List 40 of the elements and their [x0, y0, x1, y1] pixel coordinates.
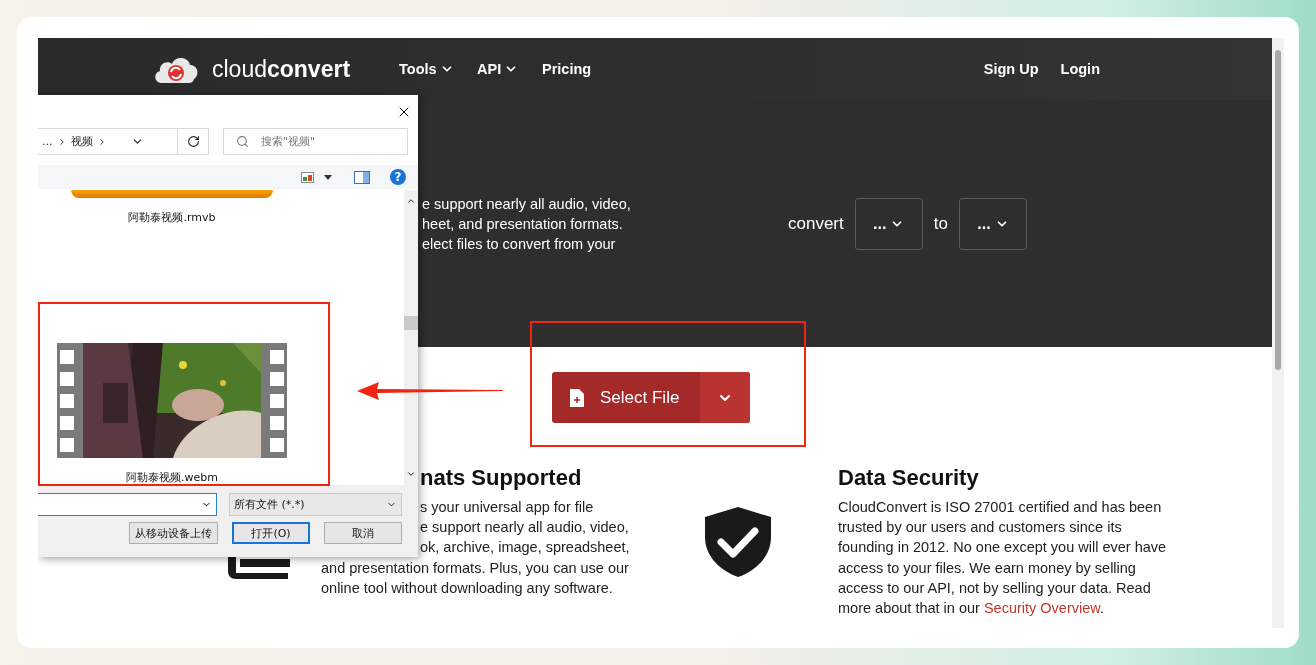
auth-link[interactable]: Login	[1060, 61, 1100, 77]
help-button[interactable]: ?	[390, 169, 406, 185]
security-overview-link[interactable]: Security Overview	[983, 600, 1100, 616]
scroll-down-icon[interactable]	[406, 469, 416, 479]
dialog-button[interactable]: 打开(O)	[232, 522, 310, 544]
shield-check-icon	[705, 507, 771, 577]
dialog-button[interactable]: 取消	[324, 522, 402, 544]
input-format-select[interactable]: ...	[854, 197, 923, 250]
dialog-button[interactable]: 从移动设备上传	[129, 522, 218, 544]
file-name[interactable]: 阿勒泰视频.webm	[126, 470, 218, 485]
file-add-icon	[570, 388, 584, 407]
nav-link[interactable]: Pricing	[542, 61, 622, 77]
section-heading: Data Security	[838, 465, 979, 491]
section-text: s your universal app for file e support nearly all audio, video, ok, archive, image, spreadsheet,	[420, 498, 630, 558]
preview-pane-icon[interactable]	[354, 170, 370, 184]
convert-label: convert	[788, 213, 844, 234]
dropdown-triangle-icon[interactable]	[324, 174, 332, 180]
section-text: and presentation formats. Plus, you can use our online tool without downloading any software.	[321, 558, 629, 598]
logo-text[interactable]: cloudconvert	[212, 55, 351, 83]
address-bar[interactable]: ... 视频	[38, 128, 209, 155]
view-icon[interactable]	[301, 171, 314, 183]
refresh-icon[interactable]	[186, 135, 200, 148]
nav-link[interactable]: Tools	[399, 61, 477, 77]
file-name[interactable]: 阿勒泰视频.rmvb	[128, 210, 216, 225]
scroll-up-icon[interactable]	[406, 196, 416, 206]
nav-link[interactable]: API	[477, 61, 542, 77]
section-text: CloudConvert is ISO 27001 certified and has been trusted by our users and customers since its founding in 2012. No one except you will ever have access to your files. We earn money by selling access to our API, not by selling your data. Read more about that in our Security Overview.	[838, 498, 1168, 618]
auth-link[interactable]: Sign Up	[983, 61, 1039, 77]
files-icon	[228, 557, 290, 579]
to-label: to	[933, 213, 948, 234]
search-box[interactable]: 搜索"视频"	[223, 128, 408, 155]
output-format-select[interactable]: ...	[958, 197, 1027, 250]
film-frame[interactable]	[57, 343, 287, 458]
file-name-field[interactable]	[38, 493, 217, 516]
file-thumbnail[interactable]	[71, 190, 273, 198]
search-icon	[236, 135, 249, 148]
select-file-button[interactable]: Select File	[552, 372, 750, 423]
file-type-select[interactable]: 所有文件 (*.*)	[229, 493, 402, 516]
section-heading: nats Supported	[420, 465, 582, 491]
hero-text: e support nearly all audio, video, heet, and presentation formats. elect files to convert from your	[422, 194, 632, 254]
